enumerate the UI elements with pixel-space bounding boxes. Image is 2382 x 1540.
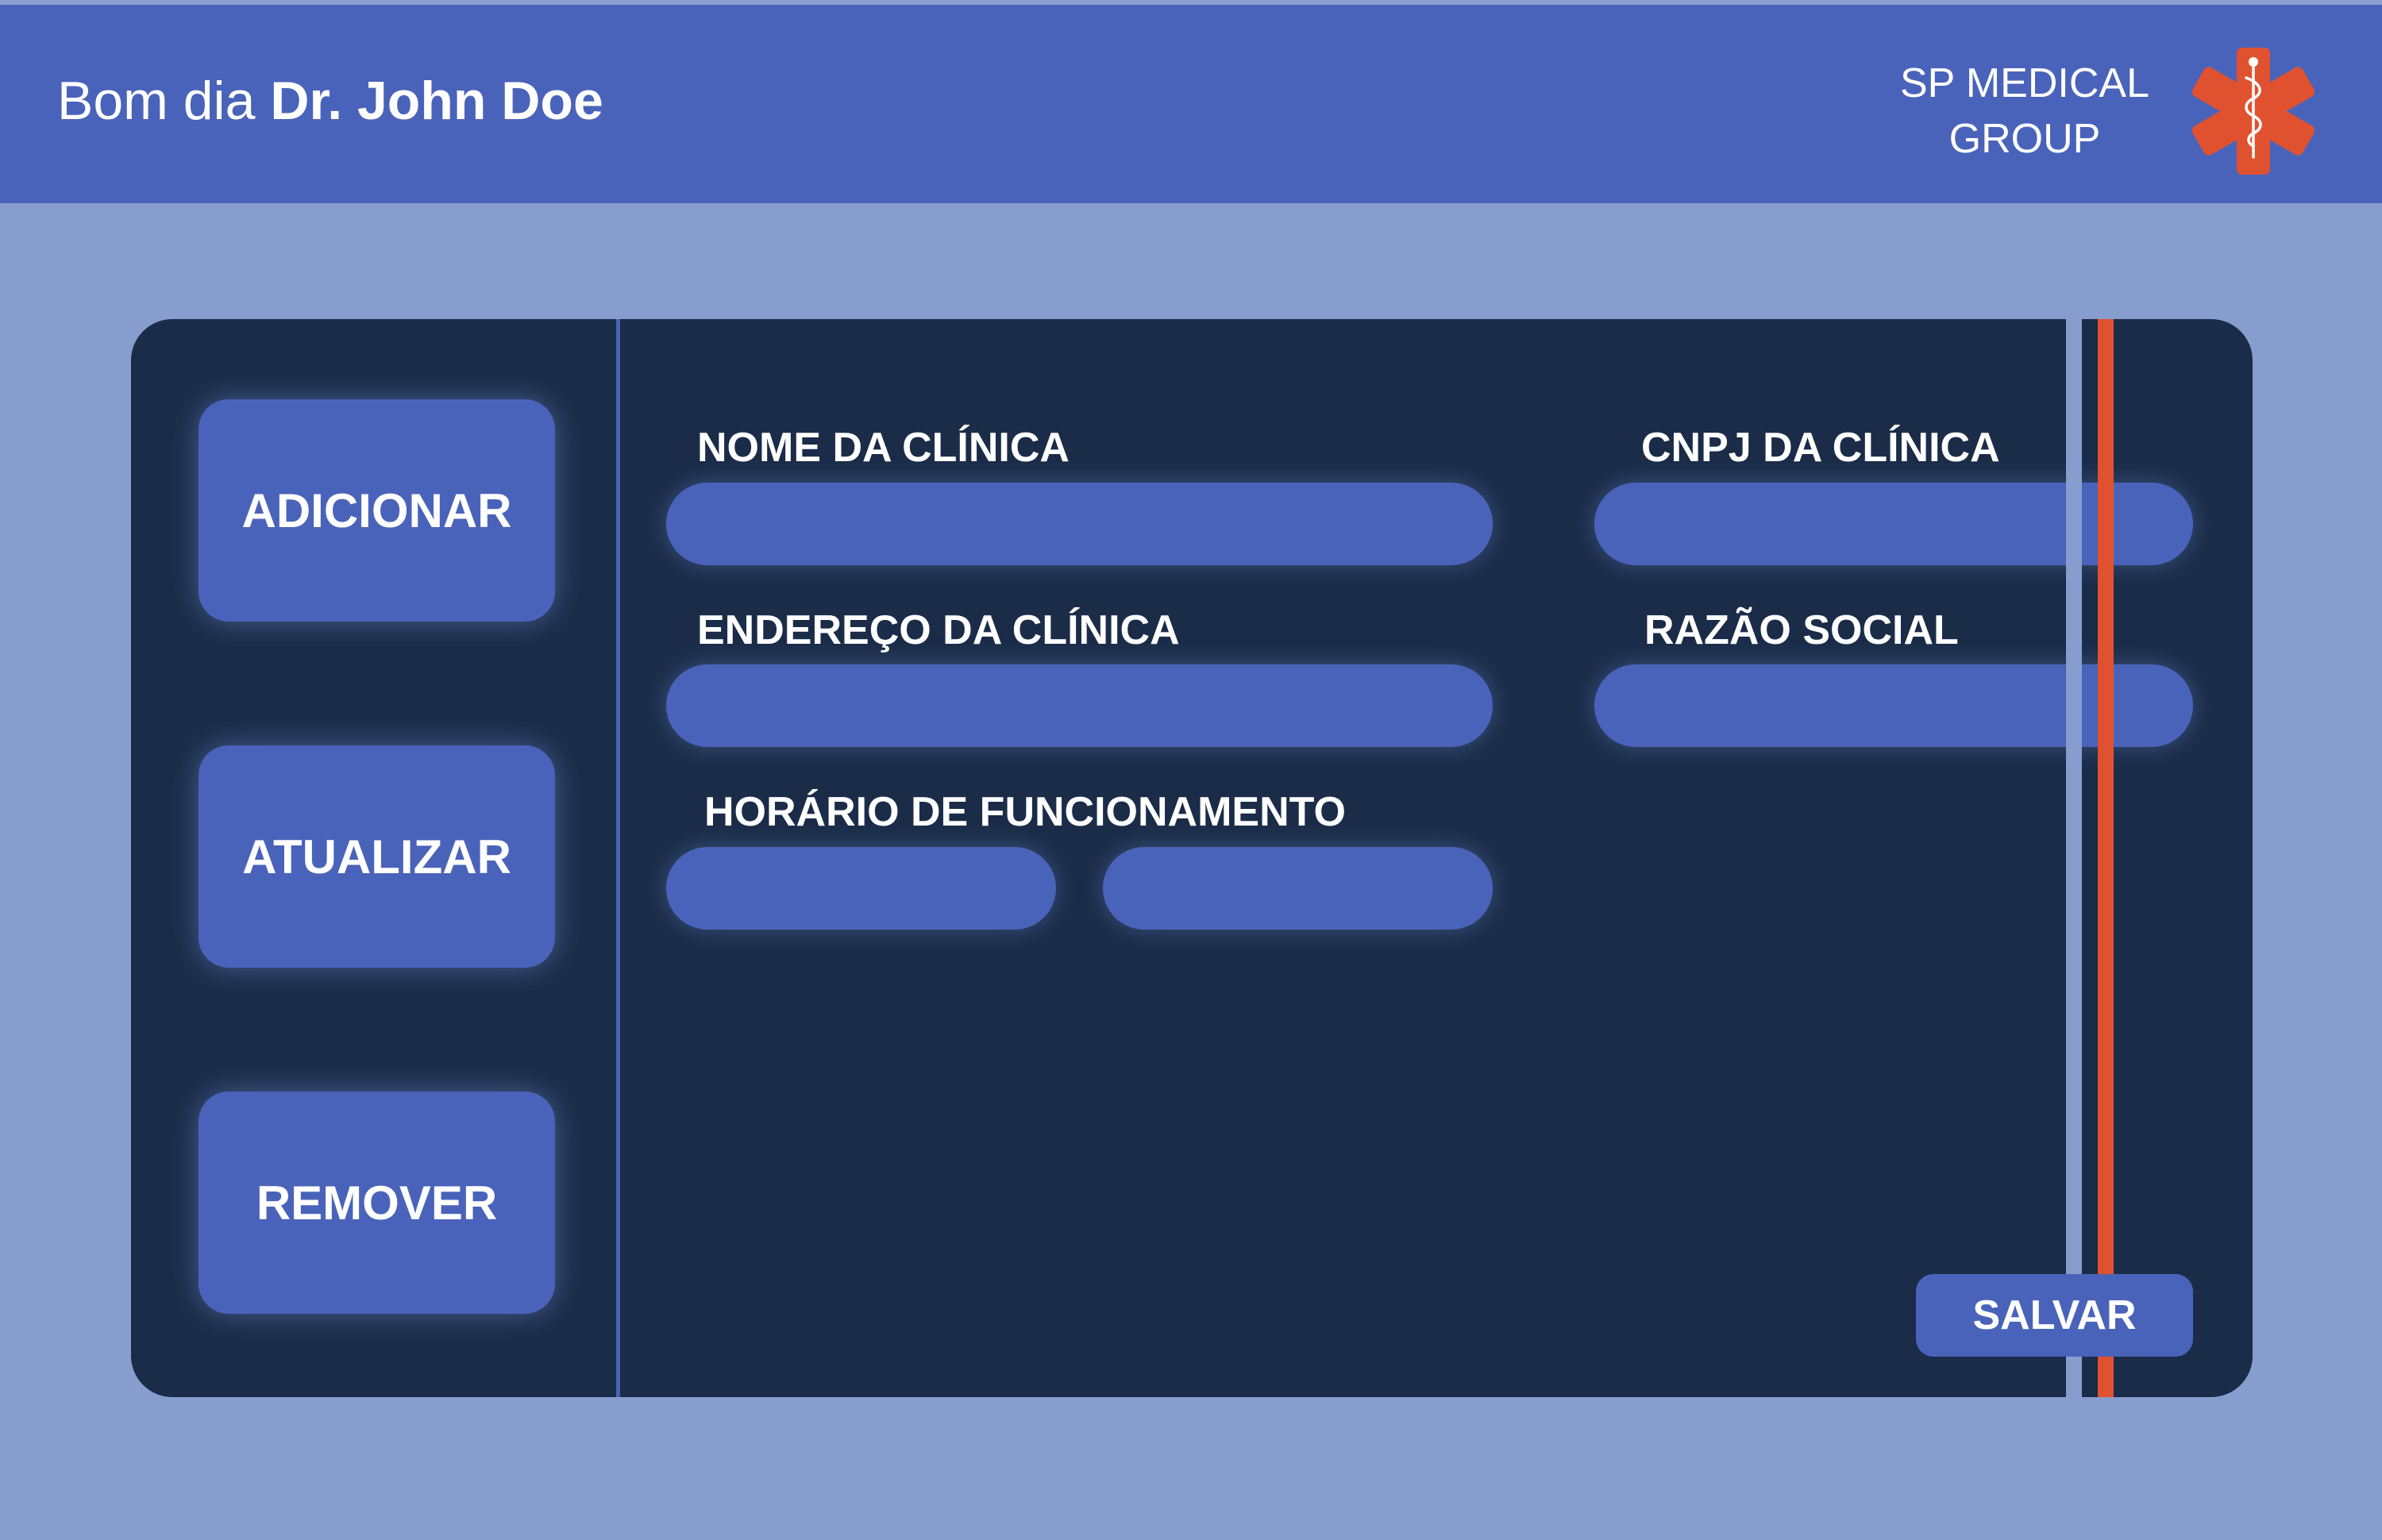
clinic-address-input[interactable] [666, 664, 1493, 747]
decorative-stripe-blue [2066, 319, 2082, 1397]
opening-time-input[interactable] [666, 847, 1056, 930]
clinic-cnpj-label: CNPJ DA CLÍNICA [1641, 425, 2000, 471]
app-header: Bom dia Dr. John Doe SP MEDICAL GROUP [0, 5, 2382, 203]
decorative-stripe-orange [2098, 319, 2114, 1397]
brand-name: SP MEDICAL GROUP [1882, 56, 2168, 167]
clinic-name-input[interactable] [666, 483, 1493, 565]
user-name: Dr. John Doe [270, 71, 603, 131]
opening-hours-label: HORÁRIO DE FUNCIONAMENTO [704, 789, 1346, 835]
brand-line-1: SP MEDICAL [1899, 60, 2150, 106]
clinic-panel: ADICIONAR ATUALIZAR REMOVER NOME DA CLÍN… [131, 319, 2253, 1397]
greeting: Bom dia Dr. John Doe [57, 70, 603, 132]
closing-time-input[interactable] [1103, 847, 1493, 930]
save-button[interactable]: SALVAR [1916, 1274, 2193, 1357]
star-of-life-icon [2191, 48, 2315, 175]
company-name-label: RAZÃO SOCIAL [1644, 607, 1959, 653]
greeting-prefix: Bom dia [57, 71, 256, 131]
clinic-address-label: ENDEREÇO DA CLÍNICA [697, 607, 1180, 653]
add-button[interactable]: ADICIONAR [198, 399, 555, 622]
sidebar-divider [616, 319, 620, 1397]
brand-line-2: GROUP [1948, 116, 2101, 162]
update-button[interactable]: ATUALIZAR [198, 745, 555, 968]
remove-button[interactable]: REMOVER [198, 1091, 555, 1314]
clinic-name-label: NOME DA CLÍNICA [697, 425, 1070, 471]
